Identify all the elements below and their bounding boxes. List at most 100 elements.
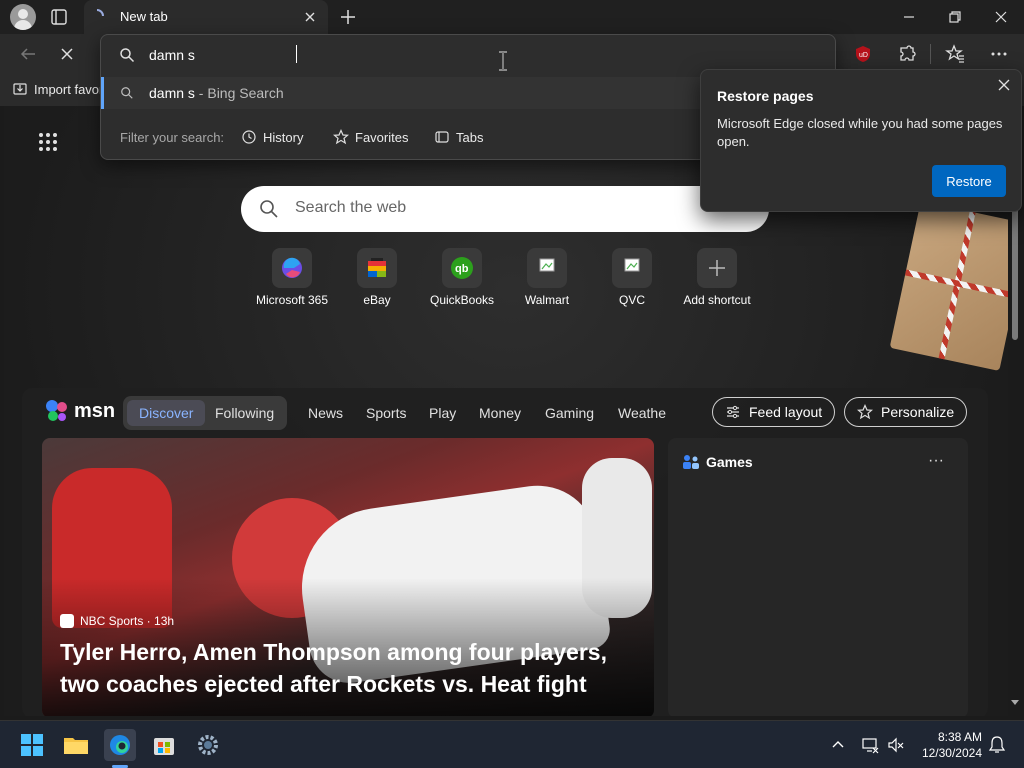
filter-favorites-label: Favorites: [355, 129, 409, 145]
text-caret: [296, 45, 297, 63]
shortcut-qvc[interactable]: QVC: [587, 248, 677, 307]
shortcut-label: Microsoft 365: [255, 293, 329, 307]
volume-muted-icon[interactable]: [886, 735, 906, 755]
shortcut-label: Walmart: [524, 293, 570, 307]
address-bar-input[interactable]: [149, 45, 749, 65]
tabs-icon: [435, 131, 449, 143]
feed-tab-group: Discover Following: [123, 396, 287, 430]
star-icon: [333, 129, 349, 145]
feed-layout-label: Feed layout: [749, 404, 823, 420]
microsoft-365-icon: [272, 248, 312, 288]
suggestion-text: damn s - Bing Search: [149, 85, 284, 101]
suggestion-bing-search[interactable]: damn s - Bing Search: [101, 77, 701, 109]
restore-title: Restore pages: [717, 88, 814, 104]
filter-tabs-label: Tabs: [456, 129, 484, 145]
restore-window-icon[interactable]: [946, 8, 964, 26]
shortcut-label: Add shortcut: [683, 293, 751, 307]
minimize-icon[interactable]: [900, 8, 918, 26]
search-filter-row: Filter your search: History Favorites Ta…: [101, 121, 701, 153]
personalize-label: Personalize: [881, 404, 955, 420]
games-people-icon: [683, 455, 699, 469]
nbc-sports-icon: [60, 614, 74, 628]
network-icon[interactable]: [860, 735, 880, 755]
shortcuts-row: Microsoft 365 eBay qb QuickBooks Walmart…: [244, 248, 764, 308]
ebay-icon: [357, 248, 397, 288]
scroll-down-icon[interactable]: [1011, 698, 1019, 706]
quickbooks-icon: qb: [442, 248, 482, 288]
shortcut-ebay[interactable]: eBay: [332, 248, 422, 307]
shortcut-walmart[interactable]: Walmart: [502, 248, 592, 307]
close-window-icon[interactable]: [992, 8, 1010, 26]
shortcut-microsoft-365[interactable]: Microsoft 365: [247, 248, 337, 307]
shortcut-add[interactable]: Add shortcut: [672, 248, 762, 307]
shortcut-label: eBay: [363, 293, 391, 307]
web-search-box[interactable]: Search the web: [241, 186, 769, 232]
windows-start-icon[interactable]: [16, 729, 48, 761]
history-icon: [242, 130, 256, 144]
app-launcher-icon[interactable]: [38, 132, 58, 152]
web-search-placeholder: Search the web: [295, 199, 407, 216]
personalize-button[interactable]: Personalize: [844, 397, 968, 427]
stop-loading-icon[interactable]: [56, 43, 78, 65]
edge-taskbar-button[interactable]: [104, 729, 136, 761]
back-icon[interactable]: [17, 43, 39, 65]
profile-avatar-icon[interactable]: [10, 4, 36, 30]
system-clock[interactable]: 8:38 AM 12/30/2024: [916, 729, 982, 761]
close-icon[interactable]: [997, 78, 1011, 92]
microsoft-store-icon[interactable]: [148, 729, 180, 761]
plus-icon: [697, 248, 737, 288]
settings-gear-icon[interactable]: [192, 729, 224, 761]
games-title: Games: [706, 454, 753, 470]
notification-bell-icon[interactable]: [988, 735, 1006, 755]
nav-gaming[interactable]: Gaming: [545, 405, 594, 421]
nav-money[interactable]: Money: [479, 405, 521, 421]
title-bar: New tab: [0, 0, 1024, 34]
msn-butterfly-icon: [46, 400, 67, 421]
chevron-up-icon[interactable]: [830, 737, 846, 753]
feed-layout-button[interactable]: Feed layout: [712, 397, 836, 427]
nav-weather[interactable]: Weathe: [618, 405, 666, 421]
filter-tabs-button[interactable]: Tabs: [434, 127, 483, 147]
games-card: Games ···: [668, 438, 968, 716]
close-tab-icon[interactable]: [302, 9, 318, 25]
extensions-icon[interactable]: [896, 43, 918, 65]
article-headline[interactable]: Tyler Herro, Amen Thompson among four pl…: [60, 636, 640, 700]
favorites-icon[interactable]: [944, 43, 966, 65]
tab-discover[interactable]: Discover: [127, 400, 206, 426]
shortcut-quickbooks[interactable]: qb QuickBooks: [417, 248, 507, 307]
sliders-icon: [727, 405, 739, 419]
tab-following[interactable]: Following: [203, 400, 286, 426]
filter-history-button[interactable]: History: [241, 127, 303, 147]
ublock-extension-icon[interactable]: uD: [852, 43, 874, 65]
import-favorites-item[interactable]: Import favor: [12, 81, 103, 97]
filter-favorites-button[interactable]: Favorites: [333, 127, 408, 147]
filter-history-label: History: [263, 129, 304, 145]
suggestion-source: - Bing Search: [194, 85, 284, 101]
restore-button[interactable]: Restore: [932, 165, 1006, 197]
gift-box-background-image: [889, 200, 1020, 372]
edge-icon: [110, 735, 130, 755]
msn-logo[interactable]: msn: [44, 398, 115, 424]
new-tab-icon[interactable]: [338, 7, 358, 27]
svg-text:uD: uD: [859, 52, 868, 59]
nav-sports[interactable]: Sports: [366, 405, 406, 421]
hero-news-card[interactable]: NBC Sports · 13h Tyler Herro, Amen Thomp…: [42, 438, 654, 716]
broken-image-icon: [612, 248, 652, 288]
clock-time: 8:38 AM: [937, 730, 982, 744]
import-icon: [13, 83, 27, 95]
nav-play[interactable]: Play: [429, 405, 456, 421]
settings-more-icon[interactable]: [988, 43, 1010, 65]
taskbar: 8:38 AM 12/30/2024: [0, 720, 1024, 768]
loading-icon: [96, 9, 104, 17]
more-options-icon[interactable]: ···: [928, 452, 944, 470]
broken-image-icon: [527, 248, 567, 288]
nav-news[interactable]: News: [308, 405, 343, 421]
tab-actions-icon[interactable]: [50, 8, 68, 26]
tab-new-tab[interactable]: New tab: [84, 0, 328, 34]
file-explorer-icon[interactable]: [60, 729, 92, 761]
import-favorites-label: Import favor: [34, 81, 104, 97]
search-icon: [121, 87, 133, 99]
tab-title: New tab: [120, 9, 168, 24]
shortcut-label: QVC: [618, 293, 645, 307]
search-icon: [260, 200, 278, 218]
